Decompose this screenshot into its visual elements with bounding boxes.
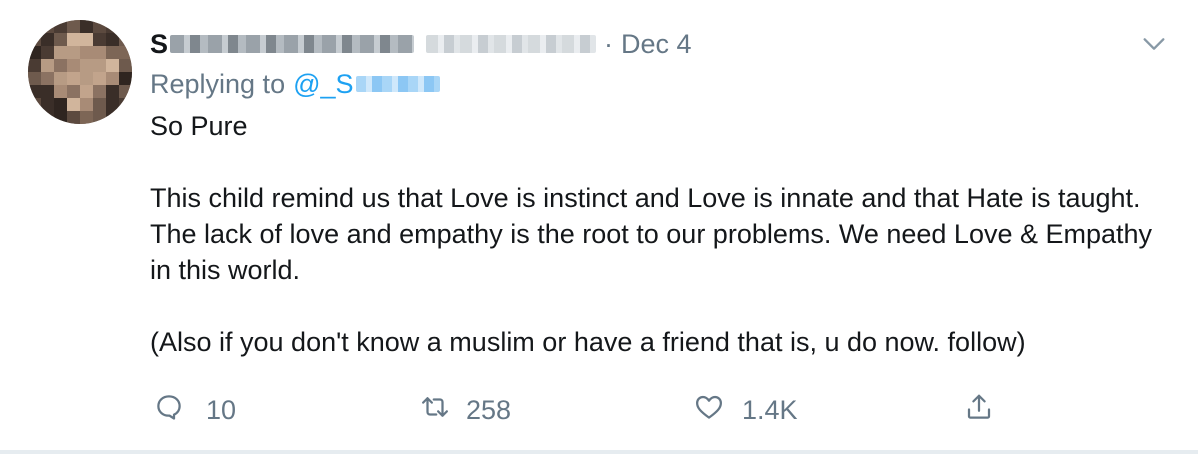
- tweet-header: S · Dec 4: [150, 24, 692, 64]
- like-button[interactable]: 1.4K: [694, 390, 798, 430]
- tweet-date[interactable]: Dec 4: [621, 29, 692, 60]
- retweet-icon: [420, 392, 450, 429]
- tweet-text-line-1: So Pure: [150, 111, 248, 141]
- tweet-text-paragraph-3: (Also if you don't know a muslim or have…: [150, 327, 1026, 357]
- author-name[interactable]: S: [150, 29, 168, 60]
- author-handle-redacted: [426, 35, 597, 53]
- tweet-actions: 10 258 1.4K: [150, 390, 1150, 430]
- retweet-count: 258: [466, 394, 512, 425]
- tweet-text: So Pure This child remind us that Love i…: [150, 108, 1170, 360]
- tweet-divider: [0, 450, 1198, 454]
- retweet-button[interactable]: 258: [420, 390, 511, 430]
- reply-icon: [154, 392, 184, 429]
- replying-to: Replying to @_S: [150, 64, 440, 104]
- reply-handle-redacted: [355, 76, 440, 92]
- author-name-redacted: [170, 35, 415, 53]
- share-button[interactable]: [964, 390, 994, 430]
- tweet-card[interactable]: S · Dec 4 Replying to @_S So Pure This c…: [0, 0, 1198, 450]
- heart-icon: [694, 392, 724, 429]
- chevron-down-icon[interactable]: [1140, 30, 1168, 58]
- reply-button[interactable]: 10: [154, 390, 236, 430]
- reply-count: 10: [206, 394, 237, 425]
- replying-to-label: Replying to: [150, 68, 286, 99]
- tweet-text-paragraph-2: This child remind us that Love is instin…: [150, 183, 1153, 285]
- like-count: 1.4K: [742, 394, 798, 425]
- header-separator: ·: [604, 28, 614, 59]
- share-icon: [964, 392, 994, 429]
- reply-handle-link[interactable]: @_S: [293, 69, 353, 100]
- avatar[interactable]: [28, 20, 132, 124]
